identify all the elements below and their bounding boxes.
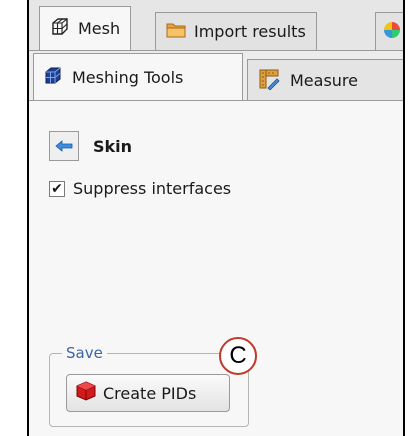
callout-label: C [229,342,247,369]
back-arrow-icon [55,137,73,156]
tab-import-results[interactable]: Import results [155,12,317,50]
create-pids-button[interactable]: Create PIDs [66,374,230,412]
save-group: Save Create PIDs [49,344,249,427]
tab-mesh-label: Mesh [78,19,121,38]
back-button[interactable] [49,131,79,161]
tab-measure[interactable]: Measure [247,59,403,101]
meshing-tools-content: Skin ✔ Suppress interfaces Save Create P… [29,100,403,436]
sub-tab-bar: Meshing Tools Measure [29,50,403,101]
create-pids-label: Create PIDs [103,383,197,403]
red-cube-icon [75,380,97,406]
suppress-interfaces-label: Suppress interfaces [73,179,232,198]
suppress-interfaces-option[interactable]: ✔ Suppress interfaces [49,179,231,198]
tab-mesh[interactable]: Mesh [39,6,132,50]
callout-marker: C [219,337,257,375]
folder-icon [166,21,186,43]
suppress-interfaces-checkbox[interactable]: ✔ [49,180,65,197]
color-wheel-icon [382,20,402,44]
checkmark-icon: ✔ [51,180,63,197]
tab-overflow[interactable] [375,12,403,50]
mesh-grid-icon [50,17,70,41]
mesh-cube-icon [44,67,62,89]
measure-ruler-icon [258,68,280,94]
tool-panel: Mesh Import results Meshing Tools Measur… [27,0,405,436]
tab-meshing-tools[interactable]: Meshing Tools [33,53,243,101]
tab-meshing-tools-label: Meshing Tools [72,68,184,87]
panel-title: Skin [93,137,133,156]
save-group-legend: Save [62,344,107,362]
tab-measure-label: Measure [290,71,358,90]
tab-import-results-label: Import results [194,22,306,41]
main-tab-bar: Mesh Import results [29,0,403,50]
